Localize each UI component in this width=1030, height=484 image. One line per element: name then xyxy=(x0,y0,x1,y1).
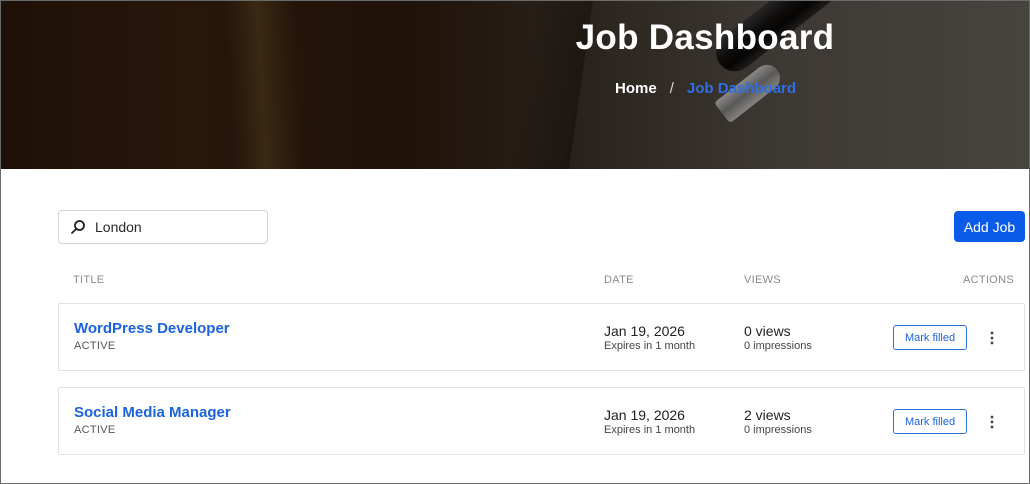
breadcrumb-separator: / xyxy=(669,80,674,97)
table-header: TITLE DATE VIEWS ACTIONS xyxy=(0,274,1030,288)
page-title: Job Dashboard xyxy=(575,18,835,57)
column-header-views: VIEWS xyxy=(744,274,781,286)
breadcrumb: Home / Job Dashboard xyxy=(615,80,796,97)
job-status: ACTIVE xyxy=(74,424,116,436)
job-title-link[interactable]: Social Media Manager xyxy=(74,404,231,421)
job-date: Jan 19, 2026 xyxy=(604,407,685,423)
job-expiry: Expires in 1 month xyxy=(604,340,696,352)
job-impressions: 0 impressions xyxy=(744,424,812,436)
hero-banner: Job Dashboard Home / Job Dashboard xyxy=(0,0,1030,169)
job-title-link[interactable]: WordPress Developer xyxy=(74,320,230,337)
table-row: WordPress Developer ACTIVE Jan 19, 2026 … xyxy=(58,303,1025,371)
add-job-button[interactable]: Add Job xyxy=(954,211,1025,242)
job-views: 0 views xyxy=(744,323,791,339)
job-expiry: Expires in 1 month xyxy=(604,424,696,436)
column-header-date: DATE xyxy=(604,274,634,286)
job-impressions: 0 impressions xyxy=(744,340,812,352)
breadcrumb-current: Job Dashboard xyxy=(686,80,797,97)
breadcrumb-home-link[interactable]: Home xyxy=(615,80,657,97)
job-views: 2 views xyxy=(744,407,791,423)
search-input[interactable] xyxy=(95,219,255,235)
more-vertical-icon[interactable] xyxy=(982,410,1002,434)
job-status: ACTIVE xyxy=(74,340,116,352)
column-header-actions: ACTIONS xyxy=(963,274,1014,286)
table-row: Social Media Manager ACTIVE Jan 19, 2026… xyxy=(58,387,1025,455)
job-date: Jan 19, 2026 xyxy=(604,323,685,339)
mark-filled-button[interactable]: Mark filled xyxy=(893,325,967,350)
search-box xyxy=(58,210,268,244)
search-icon xyxy=(63,211,93,243)
column-header-title: TITLE xyxy=(73,274,105,286)
mark-filled-button[interactable]: Mark filled xyxy=(893,409,967,434)
more-vertical-icon[interactable] xyxy=(982,326,1002,350)
